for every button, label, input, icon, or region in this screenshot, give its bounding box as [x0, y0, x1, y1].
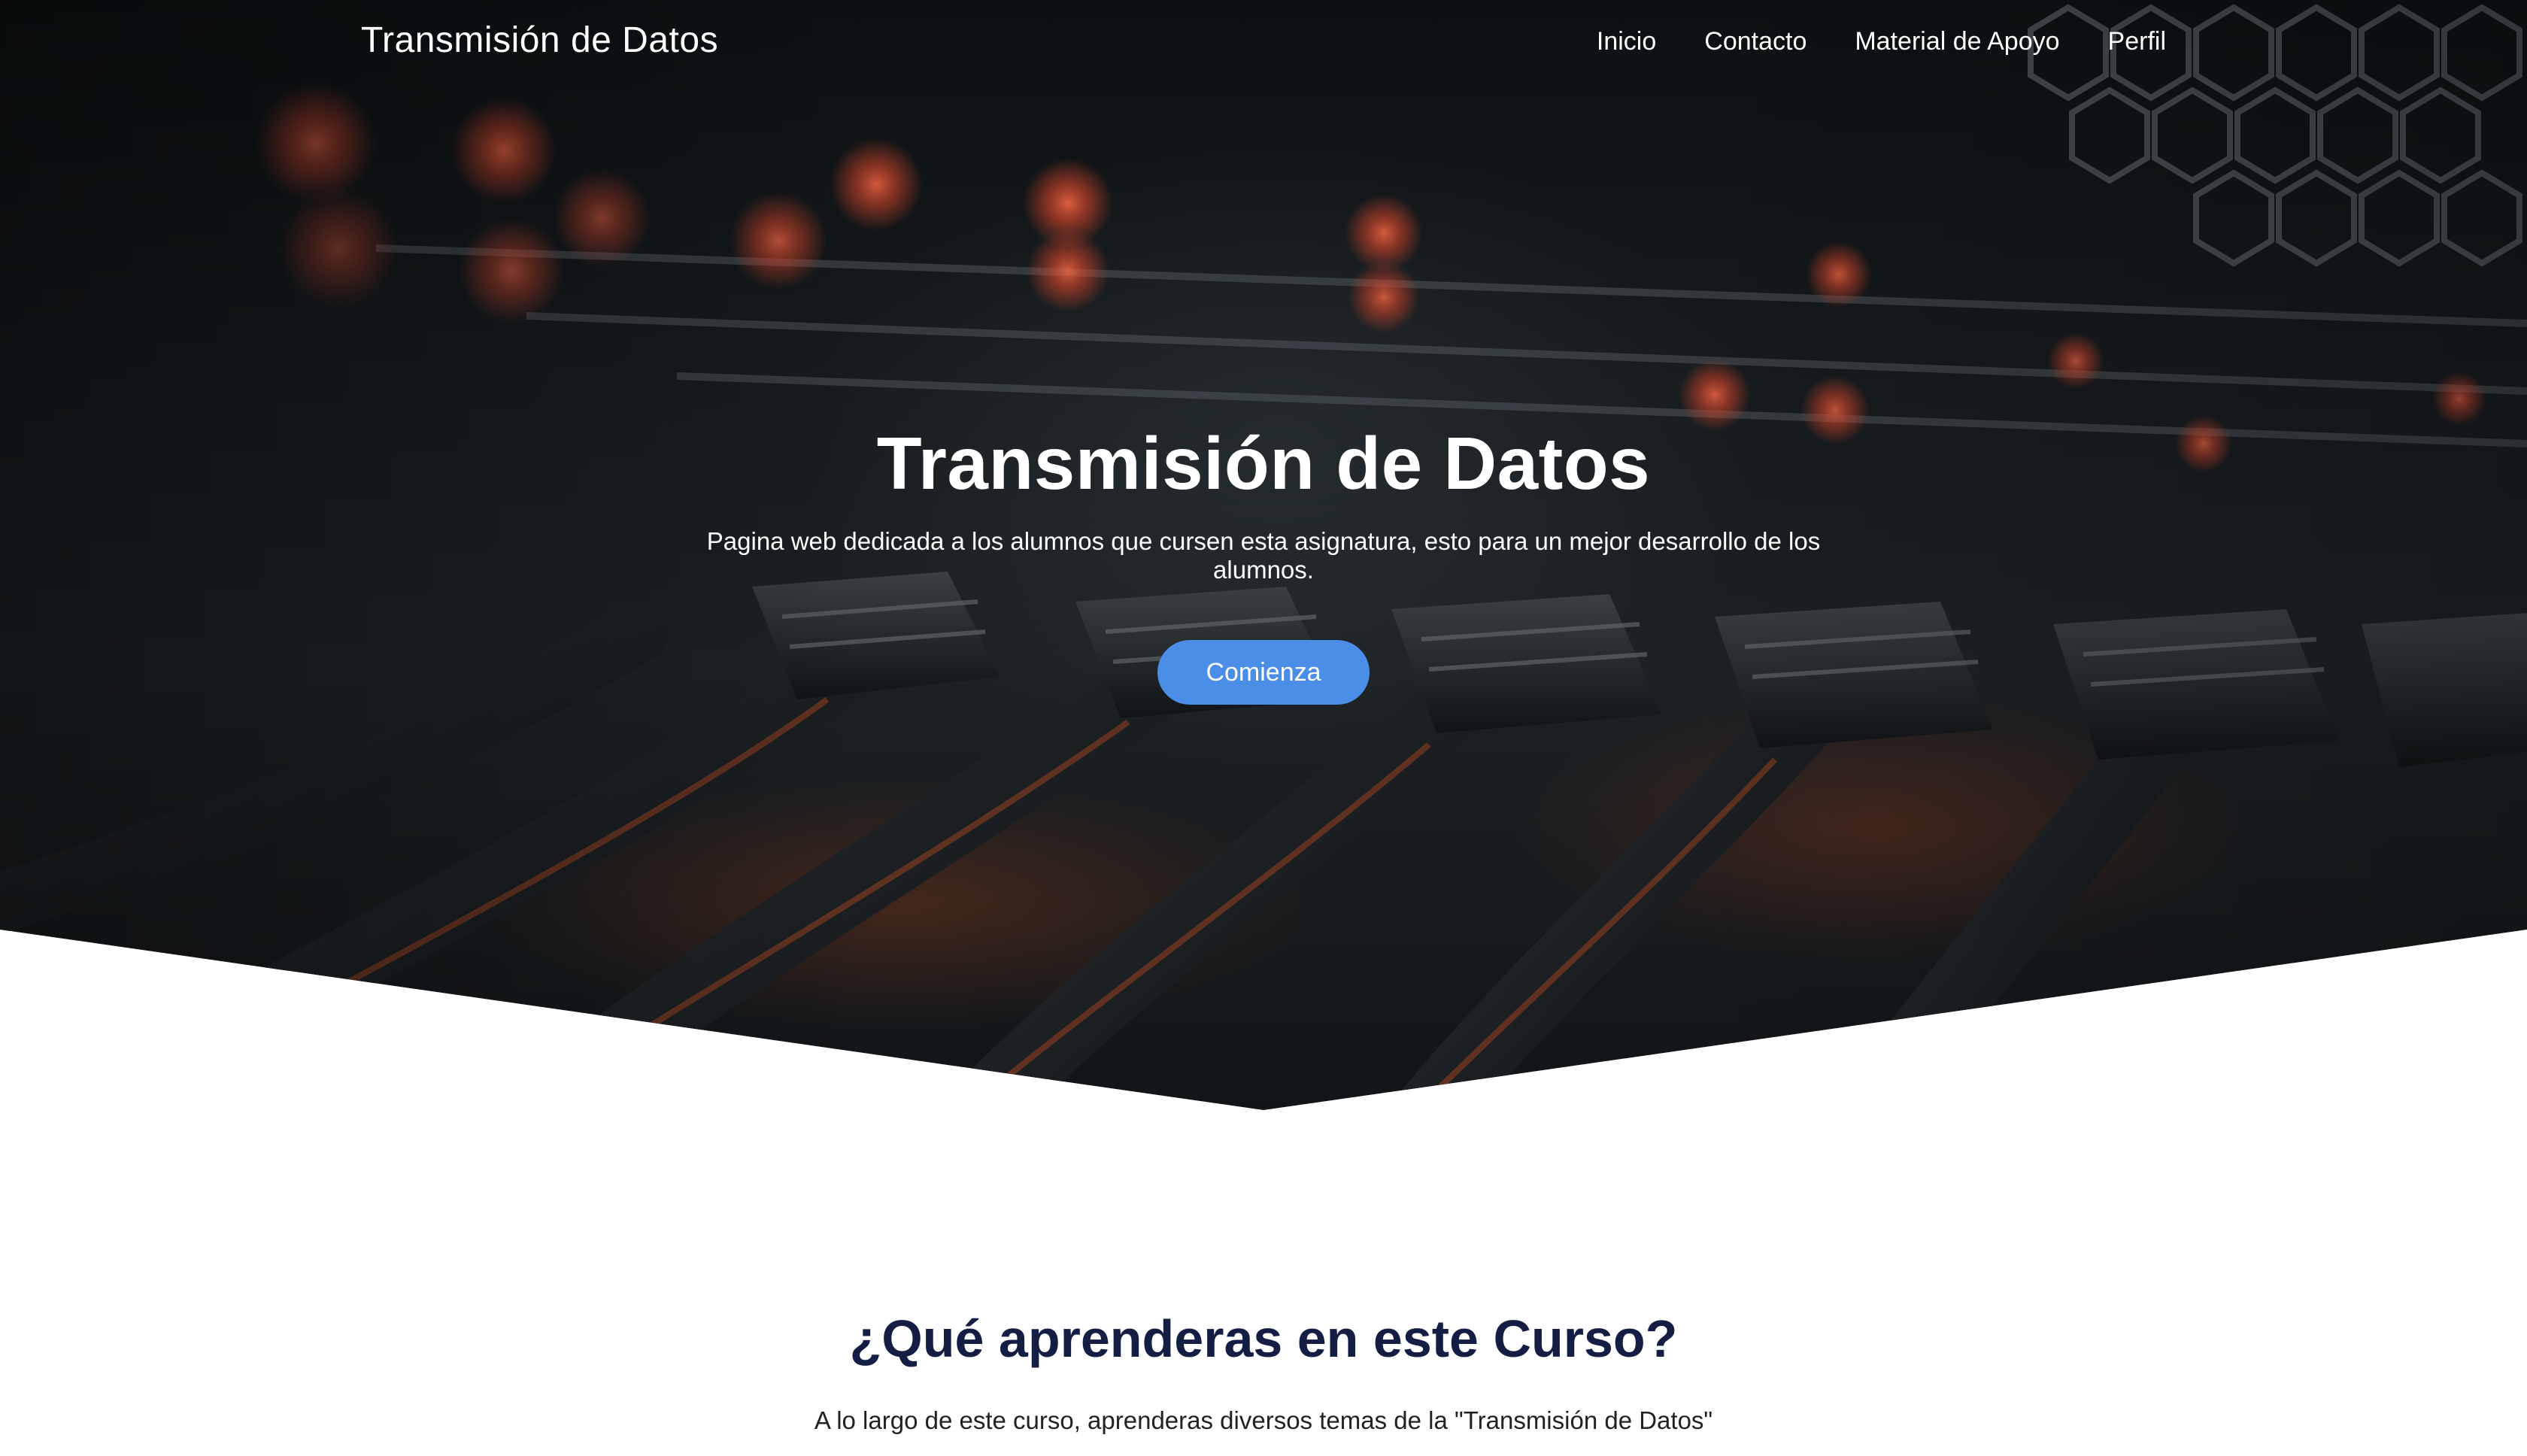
brand-logo-text[interactable]: Transmisión de Datos [361, 20, 718, 61]
start-button[interactable]: Comienza [1157, 640, 1370, 705]
nav-item-perfil[interactable]: Perfil [2108, 27, 2166, 56]
hero-content: Transmisión de Datos Pagina web dedicada… [0, 421, 2527, 705]
nav-menu: Inicio Contacto Material de Apoyo Perfil [1597, 27, 2166, 56]
hero-subtitle: Pagina web dedicada a los alumnos que cu… [706, 527, 1821, 584]
hero-title: Transmisión de Datos [876, 422, 1651, 505]
top-navbar: Transmisión de Datos Inicio Contacto Mat… [0, 0, 2527, 87]
nav-item-material-de-apoyo[interactable]: Material de Apoyo [1855, 27, 2059, 56]
course-section-description: A lo largo de este curso, aprenderas div… [814, 1406, 1713, 1434]
nav-item-inicio[interactable]: Inicio [1597, 27, 1656, 56]
course-section-title: ¿Qué aprenderas en este Curso? [849, 1309, 1678, 1368]
nav-item-contacto[interactable]: Contacto [1704, 27, 1807, 56]
course-section: ¿Qué aprenderas en este Curso? A lo larg… [0, 1309, 2527, 1435]
